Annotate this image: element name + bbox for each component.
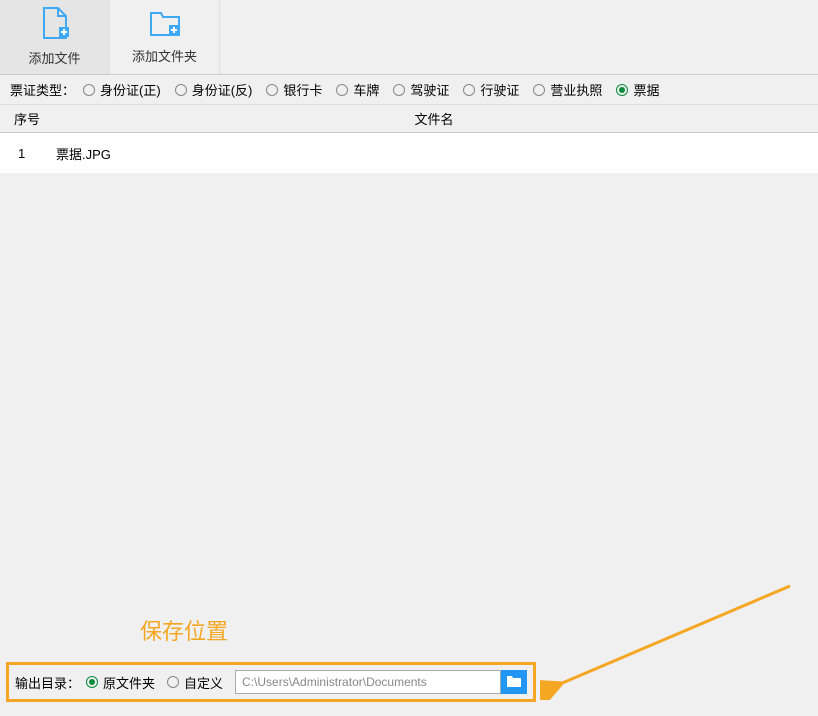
radio-icon [167,676,179,688]
output-option-label: 自定义 [184,673,223,692]
add-folder-button[interactable]: 添加文件夹 [110,0,220,74]
type-option-6[interactable]: 营业执照 [533,80,602,99]
radio-icon [175,84,187,96]
type-option-label: 身份证(反) [192,80,253,99]
type-row: 票证类型： 身份证(正) 身份证(反) 银行卡 车牌 驾驶证 行驶证 营业执照 票据 [0,75,818,105]
output-option-0[interactable]: 原文件夹 [86,673,155,692]
folder-icon [506,674,522,691]
toolbar: 添加文件 添加文件夹 [0,0,818,75]
type-option-label: 身份证(正) [100,80,161,99]
folder-add-icon [149,9,181,40]
annotation-label: 保存位置 [140,614,228,646]
output-label: 输出目录： [15,673,80,692]
radio-icon [393,84,405,96]
row-name: 票据.JPG [50,144,818,163]
type-option-label: 车牌 [353,80,379,99]
type-option-label: 票据 [633,80,659,99]
file-add-icon [41,7,69,42]
output-section: 输出目录： 原文件夹 自定义 C:\Users\Administrator\Doc… [6,662,536,702]
type-option-7[interactable]: 票据 [616,80,659,99]
radio-icon [463,84,475,96]
type-option-label: 银行卡 [283,80,322,99]
output-option-label: 原文件夹 [103,673,155,692]
output-path-input[interactable]: C:\Users\Administrator\Documents [235,670,501,694]
col-name-header: 文件名 [50,109,818,128]
type-label: 票证类型： [10,80,75,99]
table-header: 序号 文件名 [0,105,818,133]
radio-icon [86,676,98,688]
output-option-1[interactable]: 自定义 [167,673,223,692]
radio-icon [616,84,628,96]
table-body: 1票据.JPG [0,133,818,619]
type-option-5[interactable]: 行驶证 [463,80,519,99]
add-file-button[interactable]: 添加文件 [0,0,110,74]
type-option-label: 驾驶证 [410,80,449,99]
type-option-2[interactable]: 银行卡 [266,80,322,99]
row-num: 1 [0,146,50,161]
radio-icon [266,84,278,96]
radio-icon [336,84,348,96]
browse-button[interactable] [501,670,527,694]
radio-icon [533,84,545,96]
type-option-label: 行驶证 [480,80,519,99]
radio-icon [83,84,95,96]
col-num-header: 序号 [0,109,50,128]
type-option-4[interactable]: 驾驶证 [393,80,449,99]
type-option-1[interactable]: 身份证(反) [175,80,253,99]
type-option-0[interactable]: 身份证(正) [83,80,161,99]
add-file-label: 添加文件 [28,48,80,67]
type-option-label: 营业执照 [550,80,602,99]
add-folder-label: 添加文件夹 [132,46,197,65]
type-option-3[interactable]: 车牌 [336,80,379,99]
table-row[interactable]: 1票据.JPG [0,133,818,173]
